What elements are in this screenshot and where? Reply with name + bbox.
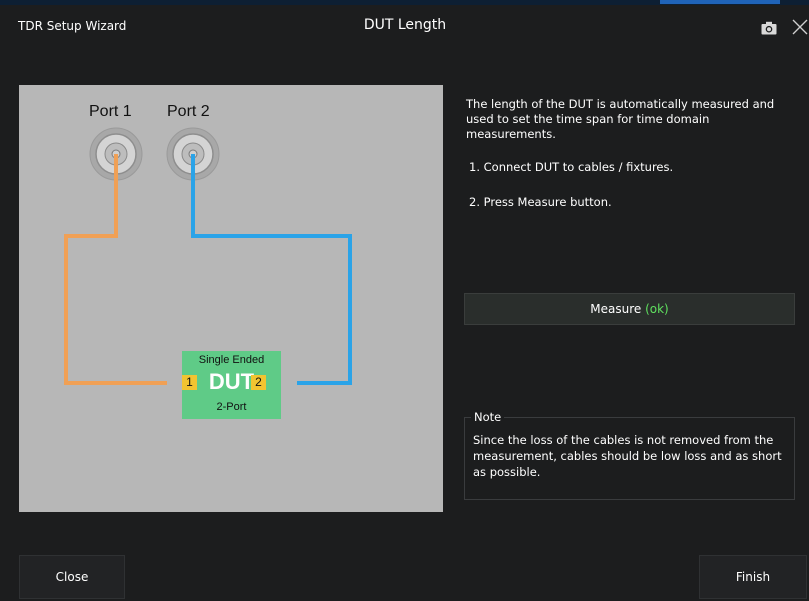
close-x-icon[interactable] xyxy=(791,18,809,36)
tdr-setup-wizard-window: TDR Setup Wizard DUT Length Port 1 Port … xyxy=(0,0,809,601)
note-text: Since the loss of the cables is not remo… xyxy=(473,433,782,479)
port2-label: Port 2 xyxy=(167,103,210,120)
dut-port2-tag: 2 xyxy=(251,375,266,390)
dut-ports-label: 2-Port xyxy=(216,401,247,413)
cable-port1 xyxy=(64,154,167,385)
page-title: DUT Length xyxy=(363,17,447,33)
step-1: 1. Connect DUT to cables / fixtures. xyxy=(469,160,674,174)
finish-button[interactable]: Finish xyxy=(699,555,807,599)
cable-port2 xyxy=(191,154,352,385)
diagram-graphics xyxy=(64,127,352,385)
port1-label: Port 1 xyxy=(89,103,132,120)
dut-port1-tag: 1 xyxy=(182,375,197,390)
note-title: Note xyxy=(471,410,505,424)
instructions-text: The length of the DUT is automatically m… xyxy=(466,97,775,141)
dut-type-label: Single Ended xyxy=(198,354,265,366)
dut-block: Single Ended DUT 2-Port 1 2 xyxy=(182,351,281,419)
measure-label: Measure xyxy=(590,302,642,316)
connection-diagram: Port 1 Port 2 Single Ended DUT 2-Port 1 … xyxy=(19,85,443,512)
top-accent-bar xyxy=(660,0,780,4)
measure-status: (ok) xyxy=(645,302,669,316)
app-title: TDR Setup Wizard xyxy=(18,19,127,33)
measure-button[interactable]: Measure (ok) xyxy=(464,293,795,325)
camera-icon[interactable] xyxy=(761,21,777,35)
close-button[interactable]: Close xyxy=(19,555,125,599)
note-box: Note Since the loss of the cables is not… xyxy=(464,410,795,500)
step-2: 2. Press Measure button. xyxy=(469,195,612,209)
titlebar: TDR Setup Wizard DUT Length xyxy=(0,5,809,50)
